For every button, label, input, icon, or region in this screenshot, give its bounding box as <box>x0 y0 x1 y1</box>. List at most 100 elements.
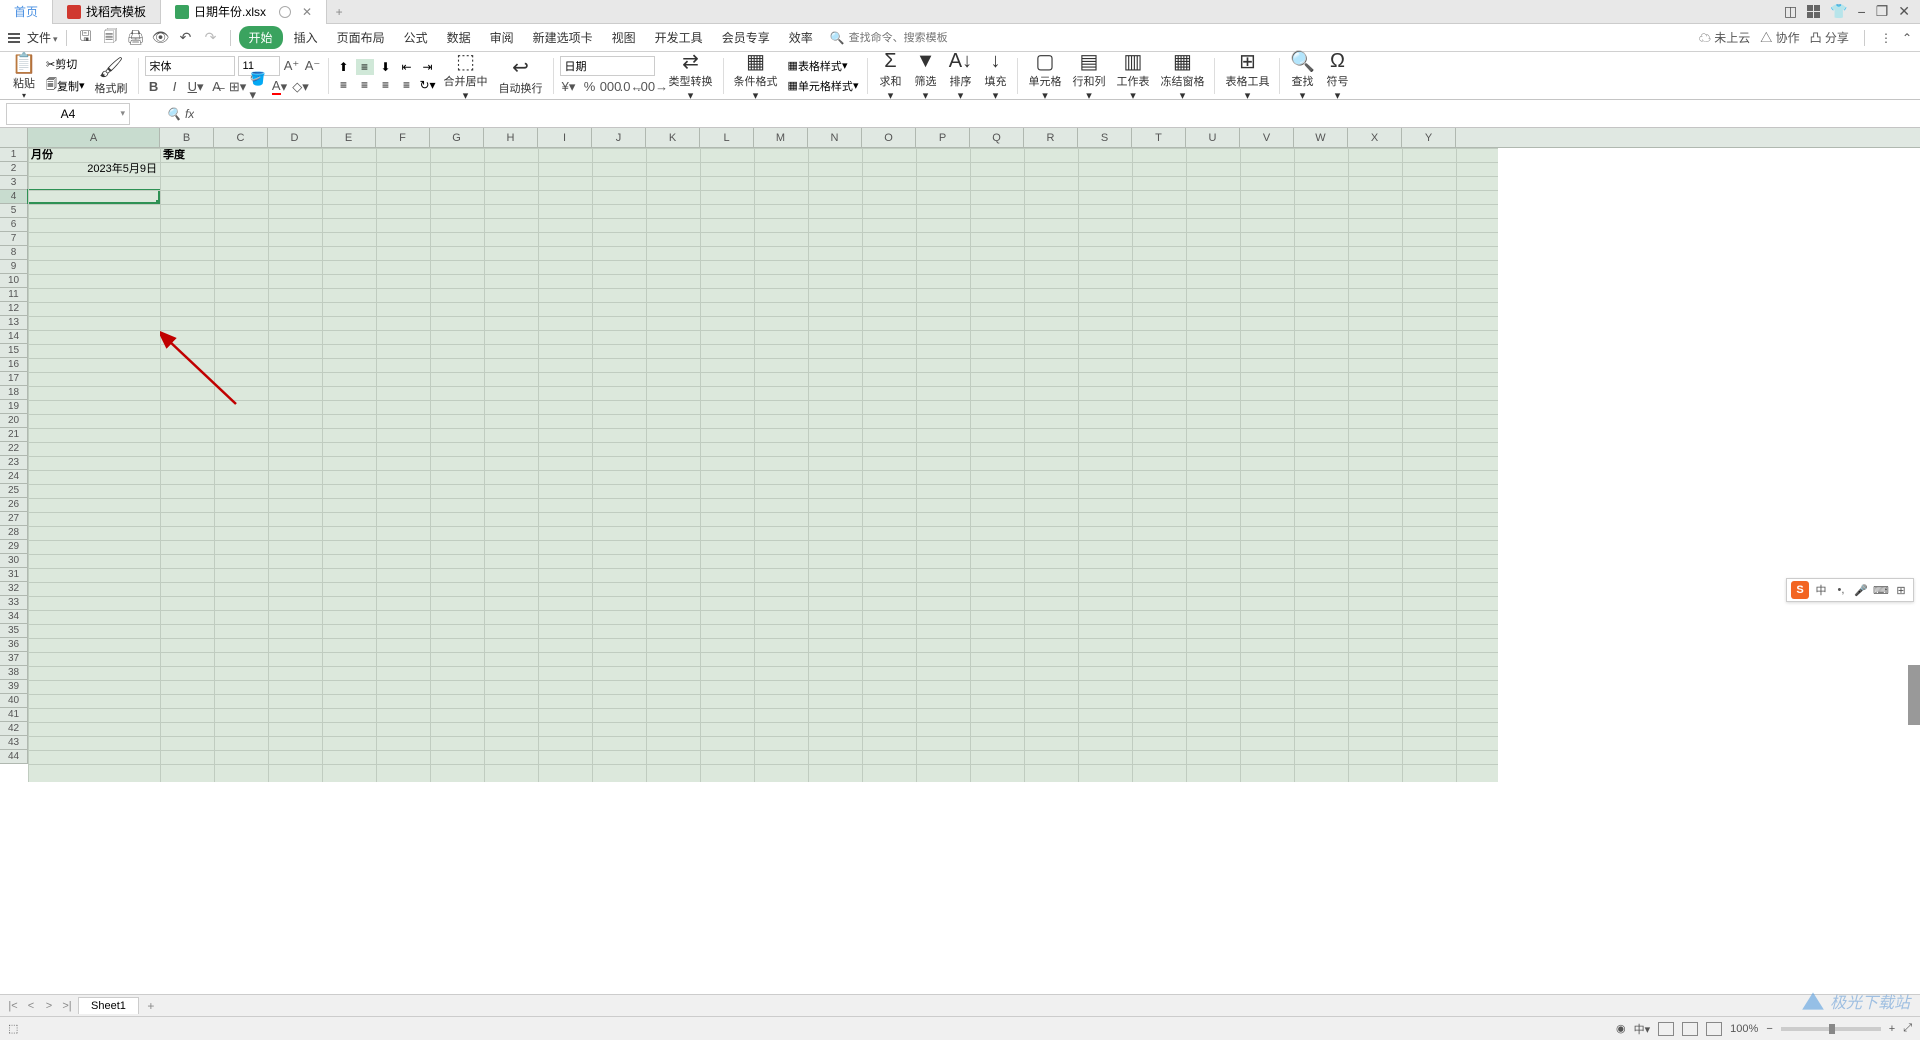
tab-badge-icon[interactable] <box>279 6 291 18</box>
col-header-X[interactable]: X <box>1348 128 1402 147</box>
sort-button[interactable]: A↓排序▾ <box>944 49 976 102</box>
collapse-ribbon-icon[interactable]: ⌃ <box>1902 31 1912 45</box>
ime-mic-icon[interactable]: 🎤 <box>1853 582 1869 598</box>
skin-icon[interactable]: 👕 <box>1830 3 1847 20</box>
add-tab-button[interactable]: + <box>327 5 351 19</box>
cells[interactable]: 月份 季度 2023年5月9日 <box>28 148 1498 782</box>
row-header-23[interactable]: 23 <box>0 456 28 470</box>
restore-button[interactable]: ❐ <box>1876 3 1889 20</box>
side-panel-toggle[interactable] <box>1908 665 1920 725</box>
row-header-20[interactable]: 20 <box>0 414 28 428</box>
row-header-33[interactable]: 33 <box>0 596 28 610</box>
rowcol-button[interactable]: ▤行和列▾ <box>1068 49 1109 102</box>
row-header-41[interactable]: 41 <box>0 708 28 722</box>
italic-icon[interactable]: I <box>166 78 184 96</box>
col-header-V[interactable]: V <box>1240 128 1294 147</box>
border-icon[interactable]: ⊞▾ <box>229 78 247 96</box>
row-header-25[interactable]: 25 <box>0 484 28 498</box>
col-header-I[interactable]: I <box>538 128 592 147</box>
filter-button[interactable]: ▼筛选▾ <box>909 49 941 102</box>
layout-icon[interactable]: ◫ <box>1784 3 1797 20</box>
more-icon[interactable]: ⋮ <box>1880 31 1892 45</box>
align-center-icon[interactable]: ≡ <box>356 77 374 93</box>
row-header-37[interactable]: 37 <box>0 652 28 666</box>
col-header-J[interactable]: J <box>592 128 646 147</box>
row-header-1[interactable]: 1 <box>0 148 28 162</box>
row-header-9[interactable]: 9 <box>0 260 28 274</box>
row-header-16[interactable]: 16 <box>0 358 28 372</box>
col-header-G[interactable]: G <box>430 128 484 147</box>
clear-format-icon[interactable]: ◇▾ <box>292 78 310 96</box>
zoom-in-icon[interactable]: + <box>1889 1023 1895 1035</box>
col-header-M[interactable]: M <box>754 128 808 147</box>
row-header-40[interactable]: 40 <box>0 694 28 708</box>
menu-formula[interactable]: 公式 <box>396 26 436 49</box>
col-header-Y[interactable]: Y <box>1402 128 1456 147</box>
font-name-select[interactable] <box>145 56 235 76</box>
col-header-F[interactable]: F <box>376 128 430 147</box>
row-header-10[interactable]: 10 <box>0 274 28 288</box>
row-header-35[interactable]: 35 <box>0 624 28 638</box>
menu-data[interactable]: 数据 <box>439 26 479 49</box>
cond-format-button[interactable]: ▦ 条件格式▾ <box>730 49 782 102</box>
row-header-31[interactable]: 31 <box>0 568 28 582</box>
copy-button[interactable]: 🗐 复制▾ <box>43 75 88 96</box>
bold-icon[interactable]: B <box>145 78 163 96</box>
ime-lang[interactable]: 中 <box>1813 582 1829 598</box>
menu-view[interactable]: 视图 <box>604 26 644 49</box>
indent-increase-icon[interactable]: ⇥ <box>419 59 437 75</box>
cell-B1[interactable]: 季度 <box>160 148 214 162</box>
col-header-T[interactable]: T <box>1132 128 1186 147</box>
zoom-value[interactable]: 100% <box>1730 1023 1758 1035</box>
row-header-42[interactable]: 42 <box>0 722 28 736</box>
cloud-status[interactable]: ☁ 未上云 <box>1699 29 1750 46</box>
find-button[interactable]: 🔍查找▾ <box>1286 49 1318 102</box>
font-color-icon[interactable]: A▾ <box>271 78 289 96</box>
cell-A1[interactable]: 月份 <box>28 148 160 162</box>
row-header-21[interactable]: 21 <box>0 428 28 442</box>
row-header-26[interactable]: 26 <box>0 498 28 512</box>
row-header-15[interactable]: 15 <box>0 344 28 358</box>
row-header-36[interactable]: 36 <box>0 638 28 652</box>
sheet-button[interactable]: ▥工作表▾ <box>1112 49 1153 102</box>
percent-icon[interactable]: % <box>581 78 599 96</box>
tab-home[interactable]: 首页 <box>0 0 53 24</box>
menu-start[interactable]: 开始 <box>239 26 283 49</box>
row-header-29[interactable]: 29 <box>0 540 28 554</box>
row-header-22[interactable]: 22 <box>0 442 28 456</box>
save-icon[interactable]: 🖫 <box>77 29 95 47</box>
col-header-N[interactable]: N <box>808 128 862 147</box>
eye-icon[interactable]: ◉ <box>1616 1022 1626 1035</box>
redo-icon[interactable]: ↷ <box>202 29 220 47</box>
name-box[interactable]: A4 ▾ <box>6 103 130 125</box>
formula-input[interactable] <box>194 103 1920 125</box>
sogou-logo-icon[interactable]: S <box>1791 581 1809 599</box>
increase-decimal-icon[interactable]: .00→ <box>644 78 662 96</box>
increase-font-icon[interactable]: A⁺ <box>283 57 301 75</box>
ime-toolbar[interactable]: S 中 •, 🎤 ⌨ ⊞ <box>1786 578 1914 602</box>
add-sheet-button[interactable]: + <box>143 999 159 1013</box>
menu-efficiency[interactable]: 效率 <box>781 26 821 49</box>
col-header-C[interactable]: C <box>214 128 268 147</box>
lang-status[interactable]: 中▾ <box>1634 1021 1651 1037</box>
ime-keyboard-icon[interactable]: ⌨ <box>1873 582 1889 598</box>
menu-review[interactable]: 审阅 <box>482 26 522 49</box>
align-right-icon[interactable]: ≡ <box>377 77 395 93</box>
col-header-P[interactable]: P <box>916 128 970 147</box>
col-header-O[interactable]: O <box>862 128 916 147</box>
name-box-arrow-icon[interactable]: ▾ <box>120 108 125 119</box>
sheet-nav-prev-icon[interactable]: < <box>24 1000 38 1012</box>
row-header-17[interactable]: 17 <box>0 372 28 386</box>
number-format-select[interactable] <box>560 56 655 76</box>
col-header-S[interactable]: S <box>1078 128 1132 147</box>
row-header-6[interactable]: 6 <box>0 218 28 232</box>
tab-file[interactable]: 日期年份.xlsx ✕ <box>161 0 327 24</box>
menu-icon[interactable] <box>8 33 20 43</box>
app-grid-icon[interactable] <box>1807 5 1820 18</box>
indent-decrease-icon[interactable]: ⇤ <box>398 59 416 75</box>
col-header-D[interactable]: D <box>268 128 322 147</box>
fill-color-icon[interactable]: 🪣▾ <box>250 78 268 96</box>
row-header-39[interactable]: 39 <box>0 680 28 694</box>
status-indicator-icon[interactable]: ⬚ <box>8 1022 18 1035</box>
cell-style-button[interactable]: ▦ 单元格样式▾ <box>785 77 862 95</box>
